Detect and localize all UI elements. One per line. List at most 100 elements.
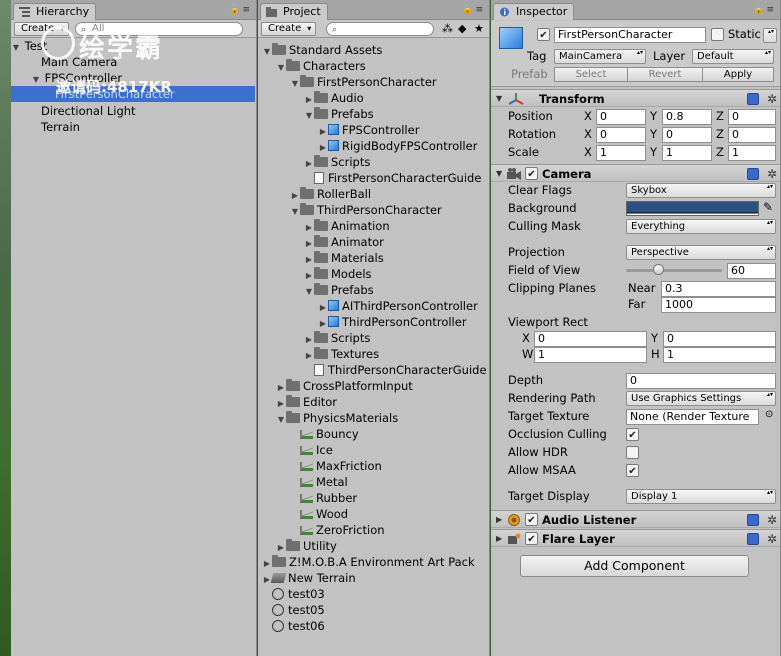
project-tree-item[interactable]: ▶ Models: [304, 266, 372, 282]
near-field[interactable]: 0.3: [661, 281, 776, 297]
audio-listener-enabled-checkbox[interactable]: [525, 513, 538, 526]
hierarchy-item-terrain[interactable]: Terrain: [41, 119, 80, 135]
project-tree-item[interactable]: ▼ Prefabs: [304, 106, 374, 122]
project-tree-item[interactable]: ▶ Scripts: [304, 330, 370, 346]
layer-dropdown[interactable]: Default: [692, 49, 774, 64]
project-tree-item[interactable]: ThirdPersonCharacterGuide: [304, 362, 487, 378]
project-tree-item[interactable]: test03: [262, 586, 325, 602]
tab-inspector[interactable]: Inspector: [493, 3, 575, 20]
object-picker-icon[interactable]: ⊙: [765, 409, 773, 420]
hierarchy-item-main-camera[interactable]: Main Camera: [41, 54, 117, 70]
project-tree-item[interactable]: ▶ Scripts: [304, 154, 370, 170]
rendering-path-dropdown[interactable]: Use Graphics Settings: [626, 391, 776, 406]
help-book-icon[interactable]: [747, 168, 759, 180]
vp-h-field[interactable]: 1: [663, 347, 776, 363]
scale-y-field[interactable]: 1: [662, 145, 712, 161]
hierarchy-item-scene[interactable]: ▼ Test: [11, 38, 256, 56]
project-tree-item[interactable]: ▶ CrossPlatformInput: [276, 378, 413, 394]
collapse-arrow-icon[interactable]: ▶: [496, 512, 502, 528]
project-tree-item[interactable]: ▼ PhysicsMaterials: [276, 410, 398, 426]
prefab-select-button[interactable]: Select: [554, 67, 628, 82]
culling-mask-dropdown[interactable]: Everything: [626, 219, 776, 234]
gear-icon[interactable]: ✲: [767, 531, 777, 547]
project-tree-item[interactable]: ▼ Characters: [276, 58, 366, 74]
help-book-icon[interactable]: [747, 514, 759, 526]
collapse-arrow-icon[interactable]: ▶: [496, 531, 502, 547]
vp-y-field[interactable]: 0: [663, 331, 776, 347]
collapse-arrow-icon[interactable]: ▼: [11, 40, 21, 56]
camera-component-header[interactable]: ▼ Camera ✲: [491, 164, 780, 182]
panel-menu-icon[interactable]: 🔒≡: [229, 5, 252, 15]
favorite-star-icon[interactable]: ★: [474, 22, 484, 35]
collapse-arrow-icon[interactable]: ▼: [290, 76, 300, 92]
project-tree-item[interactable]: ▶ AIThirdPersonController: [318, 298, 478, 314]
help-book-icon[interactable]: [747, 533, 759, 545]
collapse-arrow-icon[interactable]: ▼: [304, 108, 314, 124]
project-tree-item[interactable]: ▶ New Terrain: [262, 570, 356, 586]
help-book-icon[interactable]: [747, 93, 759, 105]
project-tree-item[interactable]: ▶ Textures: [304, 346, 379, 362]
fov-slider-track[interactable]: [626, 269, 722, 272]
scale-x-field[interactable]: 1: [596, 145, 646, 161]
project-search-input[interactable]: ⌕: [326, 22, 434, 36]
project-tree-item[interactable]: MaxFriction: [290, 458, 382, 474]
project-tree-item[interactable]: ▶ Audio: [304, 90, 364, 106]
camera-enabled-checkbox[interactable]: [525, 167, 538, 180]
fov-slider-knob[interactable]: [652, 264, 664, 275]
gear-icon[interactable]: ✲: [767, 512, 777, 528]
static-dropdown[interactable]: [763, 28, 777, 43]
gear-icon[interactable]: ✲: [767, 91, 777, 107]
add-component-button[interactable]: Add Component: [520, 555, 749, 577]
gear-icon[interactable]: ✲: [767, 166, 777, 182]
project-tree-item[interactable]: ▶ Animator: [304, 234, 384, 250]
project-tree-item[interactable]: ▶ ThirdPersonController: [318, 314, 467, 330]
flare-layer-enabled-checkbox[interactable]: [525, 532, 538, 545]
filter-by-type-icon[interactable]: ⁂: [442, 22, 453, 35]
rotation-z-field[interactable]: 0: [728, 127, 776, 143]
project-tree-item[interactable]: ▶ RollerBall: [290, 186, 371, 202]
project-tree-item[interactable]: ▶ Editor: [276, 394, 337, 410]
hierarchy-item-fpscontroller[interactable]: ▼ FPSController: [31, 70, 122, 86]
background-color-swatch[interactable]: [626, 201, 759, 216]
project-tree-item[interactable]: Wood: [290, 506, 348, 522]
collapse-arrow-icon[interactable]: ▼: [262, 44, 272, 60]
project-tree-item[interactable]: Ice: [290, 442, 333, 458]
prefab-apply-button[interactable]: Apply: [702, 67, 774, 82]
project-tree-item[interactable]: ▶ FPSController: [318, 122, 420, 138]
transform-component-header[interactable]: ▼ Transform ✲: [491, 89, 780, 107]
collapse-arrow-icon[interactable]: ▼: [276, 412, 286, 428]
scale-z-field[interactable]: 1: [728, 145, 776, 161]
project-tree-item[interactable]: FirstPersonCharacterGuide: [304, 170, 481, 186]
position-z-field[interactable]: 0: [728, 109, 776, 125]
target-texture-field[interactable]: None (Render Texture: [626, 409, 759, 425]
allow-msaa-checkbox[interactable]: [626, 464, 639, 477]
project-tree-item[interactable]: test05: [262, 602, 325, 618]
tab-hierarchy[interactable]: Hierarchy: [13, 3, 97, 20]
project-tree-item[interactable]: ▶ Materials: [304, 250, 384, 266]
project-tree-item[interactable]: Rubber: [290, 490, 357, 506]
project-tree-item[interactable]: test06: [262, 618, 325, 634]
panel-menu-icon[interactable]: 🔒≡: [753, 5, 776, 15]
project-tree-item[interactable]: ▼ ThirdPersonCharacter: [290, 202, 442, 218]
fov-field[interactable]: 60: [727, 263, 776, 279]
target-display-dropdown[interactable]: Display 1: [626, 489, 776, 504]
clear-flags-dropdown[interactable]: Skybox: [626, 183, 776, 198]
project-tree-item[interactable]: ▼ Standard Assets: [262, 42, 382, 58]
flare-layer-component-header[interactable]: ▶ Flare Layer ✲: [491, 529, 780, 547]
position-y-field[interactable]: 0.8: [662, 109, 712, 125]
vp-x-field[interactable]: 0: [534, 331, 647, 347]
eyedropper-icon[interactable]: ✎: [763, 200, 773, 214]
project-tree-item[interactable]: ▼ FirstPersonCharacter: [290, 74, 437, 90]
project-tree-item[interactable]: ZeroFriction: [290, 522, 385, 538]
project-tree-item[interactable]: Bouncy: [290, 426, 359, 442]
hierarchy-item-directional-light[interactable]: Directional Light: [41, 103, 136, 119]
project-tree-item[interactable]: ▶ RigidBodyFPSController: [318, 138, 478, 154]
project-tree-item[interactable]: ▶ Animation: [304, 218, 390, 234]
project-tree-item[interactable]: ▶ Z!M.O.B.A Environment Art Pack: [262, 554, 475, 570]
create-button[interactable]: Create: [261, 22, 317, 36]
occlusion-culling-checkbox[interactable]: [626, 428, 639, 441]
collapse-arrow-icon[interactable]: ▼: [276, 60, 286, 76]
project-tree-item[interactable]: Metal: [290, 474, 348, 490]
collapse-arrow-icon[interactable]: ▼: [496, 91, 502, 107]
far-field[interactable]: 1000: [661, 297, 776, 313]
